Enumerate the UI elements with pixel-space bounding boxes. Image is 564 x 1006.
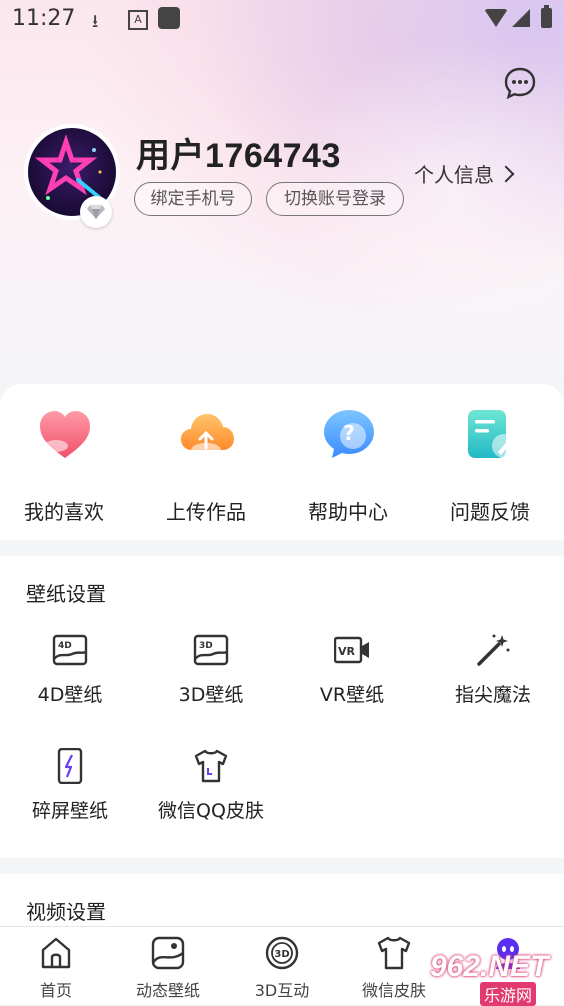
fingertip-magic-label: 指尖魔法: [454, 684, 531, 706]
wechat-qq-skin-label: 微信QQ皮肤: [158, 800, 264, 822]
watermark-subtext: 乐游网: [480, 982, 537, 1006]
dynamic-wallpaper-icon: [151, 936, 185, 970]
signal-icon: [512, 9, 530, 27]
upload-works-label: 上传作品: [166, 500, 246, 524]
message-button[interactable]: [503, 66, 537, 100]
favorites-label: 我的喜欢: [24, 500, 104, 524]
cloud-upload-icon: [181, 414, 234, 457]
download-icon: ⭳: [92, 11, 99, 32]
chevron-right-icon: [497, 165, 515, 183]
personal-info-label: 个人信息: [414, 163, 494, 187]
diamond-icon: [87, 205, 105, 219]
home-icon: [41, 937, 71, 969]
upload-works-button[interactable]: 上传作品: [146, 406, 266, 526]
tab-dynamic-wallpaper-label: 动态壁纸: [135, 981, 200, 1000]
help-center-label: 帮助中心: [308, 500, 388, 524]
heart-icon: [40, 411, 90, 458]
3d-interact-icon: 3D: [265, 936, 299, 970]
username: 用户1764743: [136, 137, 341, 175]
status-bar: 11:27 ⭳ A: [0, 0, 564, 40]
personal-info-link[interactable]: 个人信息: [414, 159, 515, 188]
notification-a-icon: A: [128, 10, 148, 30]
tab-3d-interact[interactable]: 3D 3D互动: [226, 927, 338, 1005]
wallpaper-3d-icon: 3D: [193, 634, 229, 666]
wallpaper-4d-label: 4D壁纸: [37, 684, 103, 706]
watermark-text: 962.NET: [430, 950, 549, 983]
wallpaper-3d-label: 3D壁纸: [178, 684, 244, 706]
wechat-qq-skin-button[interactable]: 微信QQ皮肤: [141, 748, 281, 828]
svg-text:VR: VR: [338, 645, 356, 658]
broken-screen-wallpaper-label: 碎屏壁纸: [31, 800, 108, 822]
battery-icon: [541, 5, 552, 28]
vip-badge: [80, 196, 112, 228]
tab-3d-interact-label: 3D互动: [254, 981, 310, 1000]
wallpaper-settings-card: 壁纸设置 4D 4D壁纸 3D 3D壁纸 VR VR壁纸 指尖魔法 碎屏壁纸 微…: [0, 556, 564, 858]
status-time: 11:27: [12, 6, 76, 31]
fingertip-magic-button[interactable]: 指尖魔法: [423, 632, 563, 712]
wallpaper-vr-label: VR壁纸: [319, 684, 385, 706]
help-center-button[interactable]: ? 帮助中心: [288, 406, 408, 526]
help-bubble-icon: ?: [324, 410, 374, 458]
svg-text:3D: 3D: [199, 641, 213, 651]
wallpaper-vr-button[interactable]: VR VR壁纸: [282, 632, 422, 712]
broken-screen-wallpaper-button[interactable]: 碎屏壁纸: [0, 748, 140, 828]
wallpaper-4d-button[interactable]: 4D 4D壁纸: [0, 632, 140, 712]
feedback-button[interactable]: 问题反馈: [430, 406, 550, 526]
svg-text:3D: 3D: [274, 949, 289, 960]
notification-app-icon: [158, 7, 180, 29]
section-title: 壁纸设置: [26, 582, 106, 606]
svg-text:4D: 4D: [58, 641, 72, 651]
switch-account-button[interactable]: 切换账号登录: [266, 182, 404, 216]
magic-wand-icon: [477, 634, 510, 666]
broken-phone-icon: [57, 748, 83, 784]
video-settings-card: 视频设置: [0, 874, 564, 934]
favorites-button[interactable]: 我的喜欢: [4, 406, 124, 526]
tshirt-icon: [194, 749, 228, 783]
svg-text:?: ?: [343, 421, 355, 445]
feedback-label: 问题反馈: [450, 500, 530, 524]
wallpaper-4d-icon: 4D: [52, 634, 88, 666]
vr-camera-icon: VR: [334, 636, 369, 664]
feedback-note-icon: [468, 410, 516, 458]
section-title: 视频设置: [26, 900, 106, 924]
quick-actions-card: 我的喜欢 上传作品 ? 帮助中心 问题反馈: [0, 384, 564, 540]
tab-dynamic-wallpaper[interactable]: 动态壁纸: [112, 927, 224, 1005]
wifi-icon: [484, 9, 508, 27]
tab-home-label: 首页: [39, 981, 72, 1000]
chat-bubble-icon: [504, 67, 536, 100]
wallpaper-3d-button[interactable]: 3D 3D壁纸: [141, 632, 281, 712]
tab-home[interactable]: 首页: [0, 927, 112, 1005]
tshirt-icon: [377, 936, 411, 970]
bind-phone-button[interactable]: 绑定手机号: [134, 182, 252, 216]
site-watermark: 962.NET 乐游网: [430, 948, 564, 1006]
